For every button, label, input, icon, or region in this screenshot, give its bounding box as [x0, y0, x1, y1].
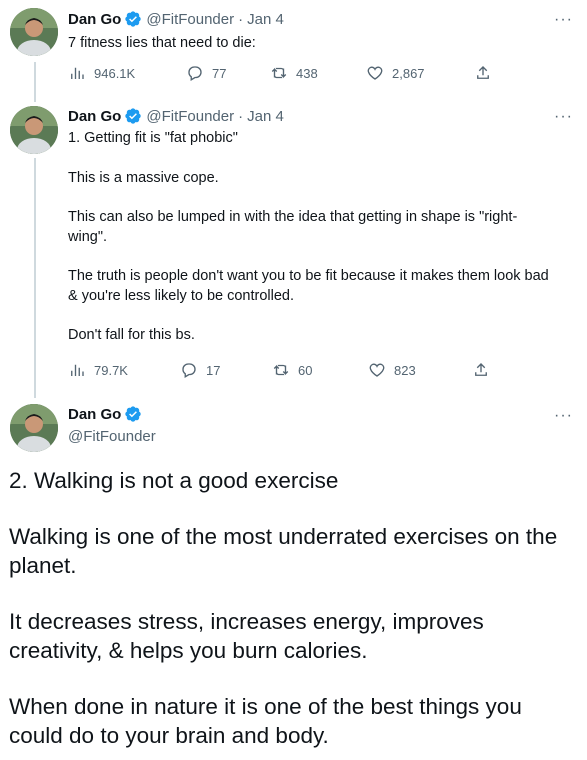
like-icon	[369, 363, 385, 377]
share-button[interactable]	[474, 64, 492, 82]
verified-badge-icon	[125, 11, 142, 27]
author-handle[interactable]: @FitFounder	[146, 108, 234, 125]
share-button[interactable]	[472, 361, 490, 379]
verified-badge-icon	[125, 108, 142, 124]
tweet-date[interactable]: Jan 4	[247, 11, 284, 28]
avatar[interactable]	[10, 404, 58, 452]
author-name[interactable]: Dan Go	[68, 11, 121, 28]
like-count: 2,867	[392, 65, 425, 81]
retweet-count: 438	[296, 65, 318, 81]
like-icon	[367, 66, 383, 80]
tweet-text: 2. Walking is not a good exercise Walkin…	[9, 466, 579, 760]
avatar[interactable]	[10, 106, 58, 154]
author-handle[interactable]: @FitFounder	[146, 11, 234, 28]
reply-count: 77	[212, 65, 227, 81]
tweet-paragraph: The truth is people don't want you to be…	[68, 268, 549, 304]
retweet-button[interactable]: 438	[270, 64, 366, 82]
views-icon	[71, 364, 84, 376]
reply-button[interactable]: 17	[180, 361, 272, 379]
verified-badge-icon	[125, 406, 142, 422]
tweet-paragraph: This is a massive cope.	[68, 170, 219, 186]
reply-icon	[188, 66, 202, 81]
tweet-text: 1. Getting fit is "fat phobic" This is a…	[68, 128, 558, 345]
tweet-paragraph: This can also be lumped in with the idea…	[68, 209, 518, 245]
author-handle[interactable]: @FitFounder	[68, 428, 156, 445]
tweet-paragraph: 2. Walking is not a good exercise	[9, 468, 339, 493]
retweet-button[interactable]: 60	[272, 361, 368, 379]
tweet-header: Dan Go @FitFounder · Jan 4	[68, 107, 284, 125]
reply-icon	[182, 363, 196, 378]
tweet-actions: 79.7K 17 60 823	[68, 361, 490, 379]
more-icon[interactable]: ···	[554, 408, 573, 424]
tweet-paragraph: 1. Getting fit is "fat phobic"	[68, 130, 238, 146]
tweet-header: Dan Go	[68, 405, 142, 423]
tweet-paragraph: When done in nature it is one of the bes…	[9, 694, 522, 748]
tweet-paragraph: 7 fitness lies that need to die:	[68, 35, 256, 51]
tweet-date[interactable]: Jan 4	[247, 108, 284, 125]
tweet-paragraph: It decreases stress, increases energy, i…	[9, 609, 484, 663]
author-name[interactable]: Dan Go	[68, 406, 121, 423]
more-icon[interactable]: ···	[554, 109, 573, 125]
reply-button[interactable]: 77	[186, 64, 270, 82]
tweet-actions: 946.1K 77 438 2,867	[68, 64, 492, 82]
like-count: 823	[394, 362, 416, 378]
like-button[interactable]: 823	[368, 361, 472, 379]
share-icon	[475, 363, 487, 376]
tweet-text: 7 fitness lies that need to die:	[68, 33, 558, 53]
views-count: 946.1K	[94, 65, 136, 81]
retweet-icon	[273, 364, 289, 376]
separator: ·	[238, 107, 244, 125]
views-button[interactable]: 946.1K	[68, 64, 186, 82]
tweet-paragraph: Walking is one of the most underrated ex…	[9, 524, 558, 578]
more-icon[interactable]: ···	[554, 12, 573, 28]
avatar[interactable]	[10, 8, 58, 56]
views-count: 79.7K	[94, 362, 128, 378]
thread-connector	[34, 62, 36, 102]
author-name[interactable]: Dan Go	[68, 108, 121, 125]
separator: ·	[238, 10, 244, 28]
tweet-header: Dan Go @FitFounder · Jan 4	[68, 10, 284, 28]
like-button[interactable]: 2,867	[366, 64, 474, 82]
tweet-paragraph: Don't fall for this bs.	[68, 327, 195, 343]
views-button[interactable]: 79.7K	[68, 361, 180, 379]
share-icon	[477, 66, 489, 79]
retweet-icon	[271, 67, 287, 79]
views-icon	[71, 67, 84, 79]
reply-count: 17	[206, 362, 221, 378]
retweet-count: 60	[298, 362, 313, 378]
thread-connector	[34, 158, 36, 398]
